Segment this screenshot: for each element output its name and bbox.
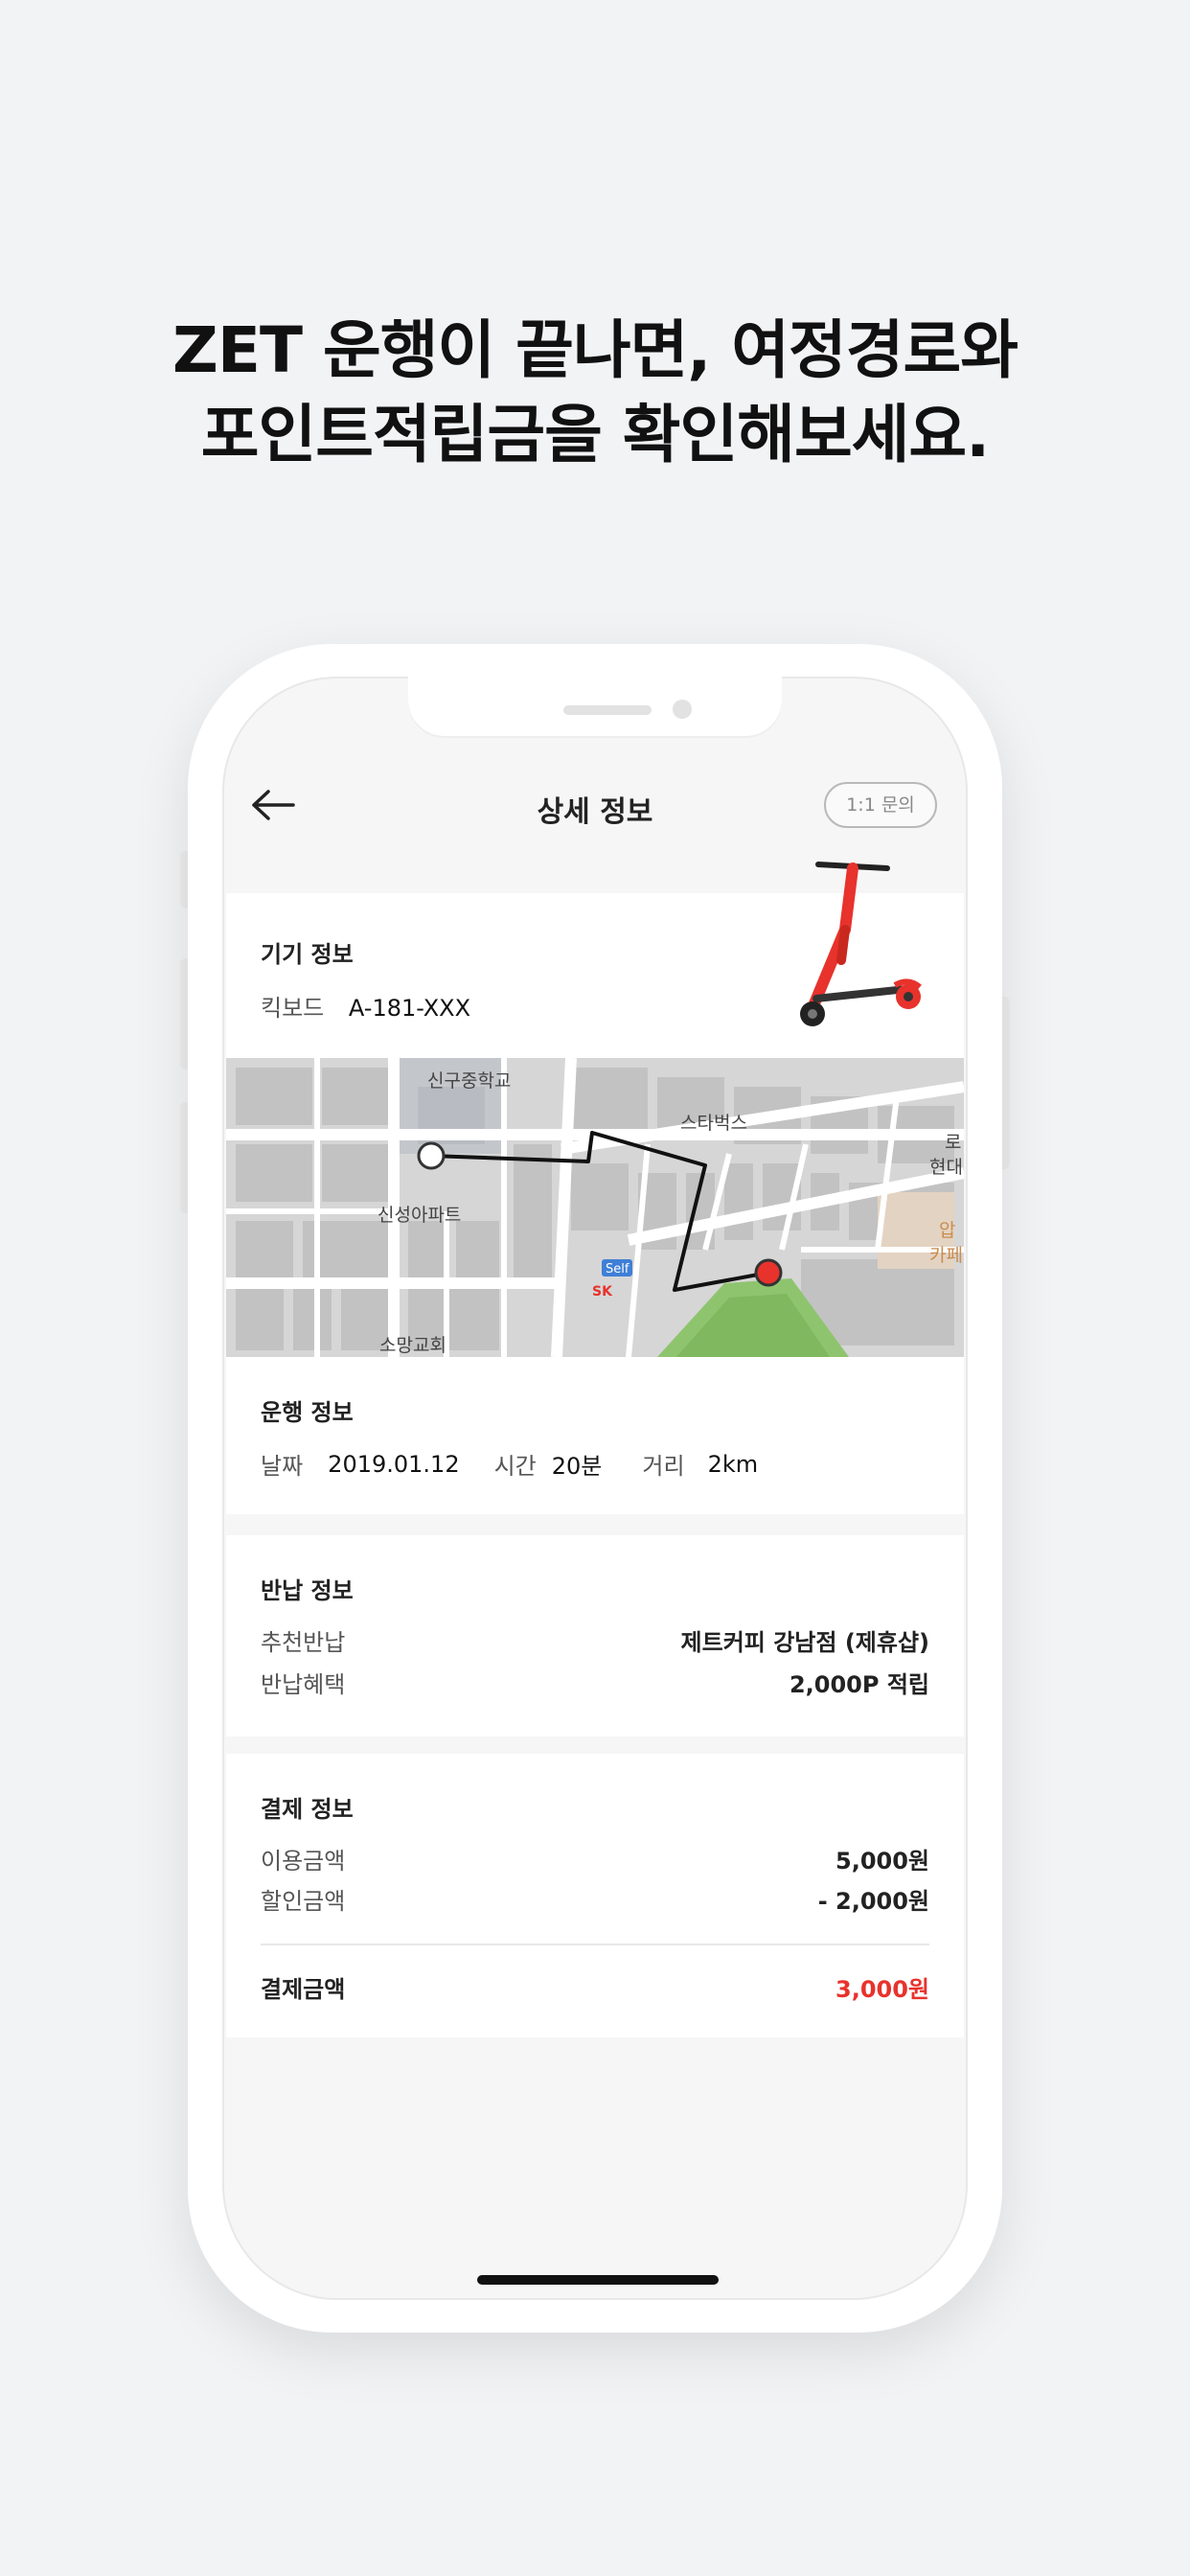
recommend-label: 추천반납 bbox=[261, 1628, 346, 1656]
benefit-value: 2,000P 적립 bbox=[789, 1670, 929, 1698]
route-map[interactable]: 신구중학교 스타벅스 신성아파트 소망교회 로 현대 압 카페 Self SK bbox=[226, 1058, 964, 1357]
map-label-ap: 압 bbox=[939, 1220, 955, 1241]
time-value: 20분 bbox=[551, 1453, 603, 1480]
total-value: 3,000원 bbox=[835, 1975, 929, 2003]
inquiry-button[interactable]: 1:1 문의 bbox=[824, 782, 937, 828]
distance-label: 거리 bbox=[642, 1453, 685, 1480]
notch bbox=[408, 677, 782, 736]
map-label-ro: 로 bbox=[945, 1132, 961, 1153]
usage-amount-row: 이용금액 5,000원 bbox=[261, 1842, 929, 1874]
map-label-starbucks: 스타벅스 bbox=[680, 1113, 747, 1134]
phone-screen: 상세 정보 1:1 문의 기기 정보 킥보드 A-181-XXX 신구중학교 스… bbox=[222, 677, 968, 2300]
ride-info-row: 날짜 2019.01.12 시간 20분 거리 2km bbox=[261, 1447, 792, 1481]
ride-info-card: 운행 정보 날짜 2019.01.12 시간 20분 거리 2km bbox=[226, 1357, 964, 1514]
map-label-church: 소망교회 bbox=[379, 1335, 446, 1356]
payment-info-title: 결제 정보 bbox=[261, 1796, 354, 1823]
discount-value: - 2,000원 bbox=[817, 1887, 929, 1915]
payment-divider bbox=[261, 1944, 929, 1945]
navigation-bar: 상세 정보 1:1 문의 bbox=[222, 753, 968, 859]
headline-line-1: ZET 운행이 끝나면, 여정경로와 bbox=[172, 313, 1018, 387]
speaker bbox=[563, 705, 652, 715]
map-badge-self: Self bbox=[606, 1262, 629, 1276]
time-label: 시간 bbox=[493, 1453, 537, 1480]
camera bbox=[673, 700, 692, 719]
total-amount-row: 결제금액 3,000원 bbox=[261, 1970, 929, 2003]
payment-info-card: 결제 정보 이용금액 5,000원 할인금액 - 2,000원 결제금액 3,0… bbox=[226, 1754, 964, 2037]
device-label: 킥보드 bbox=[261, 995, 325, 1022]
map-label-school: 신구중학교 bbox=[427, 1070, 511, 1092]
return-benefit-row: 반납혜택 2,000P 적립 bbox=[261, 1666, 929, 1698]
return-info-card: 반납 정보 추천반납 제트커피 강남점 (제휴샵) 반납혜택 2,000P 적립 bbox=[226, 1535, 964, 1736]
total-label: 결제금액 bbox=[261, 1975, 346, 2003]
map-badge-sk: SK bbox=[592, 1284, 613, 1300]
device-id: A-181-XXX bbox=[348, 995, 471, 1022]
usage-label: 이용금액 bbox=[261, 1847, 346, 1874]
usage-value: 5,000원 bbox=[835, 1847, 929, 1874]
map-label-hyundai: 현대 bbox=[929, 1157, 963, 1178]
headline-line-2: 포인트적립금을 확인해보세요. bbox=[200, 398, 990, 472]
recommend-value: 제트커피 강남점 (제휴샵) bbox=[680, 1628, 929, 1656]
map-label-cafe: 카페 bbox=[929, 1245, 963, 1266]
date-value: 2019.01.12 bbox=[328, 1450, 460, 1478]
device-info-row: 킥보드 A-181-XXX bbox=[261, 989, 470, 1023]
headline: ZET 운행이 끝나면, 여정경로와 포인트적립금을 확인해보세요. bbox=[0, 309, 1190, 477]
home-indicator[interactable] bbox=[477, 2275, 719, 2285]
map-label-apartment: 신성아파트 bbox=[378, 1205, 461, 1226]
discount-amount-row: 할인금액 - 2,000원 bbox=[261, 1882, 929, 1915]
ride-info-title: 운행 정보 bbox=[261, 1399, 354, 1426]
date-label: 날짜 bbox=[261, 1453, 304, 1480]
scooter-icon bbox=[782, 855, 935, 1046]
return-info-title: 반납 정보 bbox=[261, 1577, 354, 1604]
discount-label: 할인금액 bbox=[261, 1887, 346, 1915]
recommend-return-row: 추천반납 제트커피 강남점 (제휴샵) bbox=[261, 1623, 929, 1656]
distance-value: 2km bbox=[707, 1450, 759, 1478]
device-info-card: 기기 정보 킥보드 A-181-XXX bbox=[226, 862, 964, 1058]
device-info-title: 기기 정보 bbox=[261, 941, 354, 968]
benefit-label: 반납혜택 bbox=[261, 1670, 346, 1698]
